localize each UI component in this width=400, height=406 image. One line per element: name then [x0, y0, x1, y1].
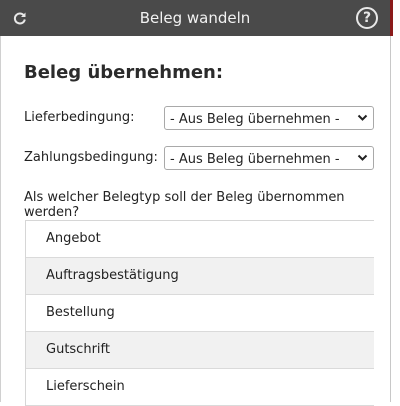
doc-type-item-gutschrift[interactable]: Gutschrift — [26, 332, 374, 369]
doc-type-item-auftragsbestaetigung[interactable]: Auftragsbestätigung — [26, 258, 374, 295]
dialog-titlebar: Beleg wandeln ? — [0, 0, 390, 36]
payment-terms-label: Zahlungsbedingung: — [24, 150, 158, 165]
doc-type-item-angebot[interactable]: Angebot — [26, 221, 374, 258]
delivery-terms-label: Lieferbedingung: — [24, 110, 135, 125]
doc-type-item-lieferschein[interactable]: Lieferschein — [26, 369, 374, 406]
delivery-terms-value: - Aus Beleg übernehmen - — [170, 112, 340, 127]
chevron-down-icon — [357, 149, 368, 169]
chevron-down-icon — [357, 109, 368, 129]
section-heading: Beleg übernehmen: — [24, 62, 224, 83]
dialog-title: Beleg wandeln — [139, 9, 251, 27]
doc-type-list: Angebot Auftragsbestätigung Bestellung G… — [25, 220, 374, 406]
dialog-left-border — [0, 36, 1, 402]
help-icon[interactable]: ? — [356, 7, 378, 29]
doc-type-item-bestellung[interactable]: Bestellung — [26, 295, 374, 332]
accent-strip — [390, 0, 393, 36]
payment-terms-value: - Aus Beleg übernehmen - — [170, 152, 340, 167]
delivery-terms-select[interactable]: - Aus Beleg übernehmen - — [164, 106, 374, 130]
doc-type-question: Als welcher Belegtyp soll der Beleg über… — [24, 190, 345, 220]
payment-terms-select[interactable]: - Aus Beleg übernehmen - — [164, 146, 374, 170]
